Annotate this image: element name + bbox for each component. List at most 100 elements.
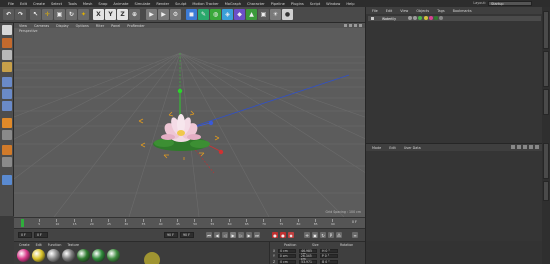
end-frame-field[interactable]: 90 F <box>164 232 178 238</box>
attribute-nav-icons[interactable] <box>511 145 539 149</box>
viewport-nav-icons[interactable] <box>344 23 362 28</box>
object-name[interactable]: Waterlily <box>382 17 396 21</box>
menu-item[interactable]: Sculpt <box>175 2 186 6</box>
coords-rotation-field[interactable]: H 0 ° <box>320 248 339 253</box>
object-row[interactable]: Waterlily <box>368 16 541 21</box>
next-frame-button[interactable]: ▷ <box>238 232 244 238</box>
record-rotation-button[interactable]: ↻ <box>320 232 326 238</box>
material-tag-icon[interactable] <box>434 16 438 20</box>
go-to-start-button[interactable]: ⏮ <box>206 232 212 238</box>
material-tag-icon[interactable] <box>439 16 443 20</box>
menu-item[interactable]: Simulate <box>134 2 150 6</box>
workplane-mode-icon[interactable] <box>2 62 12 72</box>
menu-item[interactable]: Pipeline <box>271 2 285 6</box>
menu-item[interactable]: MoGraph <box>225 2 241 6</box>
viewport-menu-item[interactable]: Cameras <box>34 24 49 28</box>
bulb-icon[interactable]: ● <box>282 9 293 20</box>
light-icon[interactable]: ☀ <box>270 9 281 20</box>
go-to-end-button[interactable]: ⏭ <box>254 232 260 238</box>
menu-item[interactable]: Select <box>51 2 62 6</box>
start-frame-field[interactable]: 0 F <box>18 232 32 238</box>
menu-item[interactable]: Render <box>156 2 169 6</box>
object-manager-menu-item[interactable]: Objects <box>416 9 429 13</box>
subdivision-icon[interactable]: ◍ <box>210 9 221 20</box>
keyframe-selection-button[interactable]: ◆ <box>288 232 294 238</box>
environment-icon[interactable]: ▲ <box>246 9 257 20</box>
y-axis-button[interactable]: Y <box>105 9 116 20</box>
material-swatch[interactable] <box>92 249 105 262</box>
redo-button[interactable]: ↷ <box>15 9 26 20</box>
menu-item[interactable]: Mesh <box>83 2 92 6</box>
menu-item[interactable]: Motion Tracker <box>192 2 218 6</box>
undo-button[interactable]: ↶ <box>3 9 14 20</box>
next-key-button[interactable]: ▶ <box>246 232 252 238</box>
last-tool-icon[interactable]: ✦ <box>78 9 89 20</box>
menu-item[interactable]: Tools <box>68 2 77 6</box>
material-tag-icon[interactable] <box>424 16 428 20</box>
material-swatch[interactable] <box>62 249 75 262</box>
previous-key-button[interactable]: ◀ <box>214 232 220 238</box>
object-manager-menu-item[interactable]: Tags <box>437 9 445 13</box>
tweak-mode-icon[interactable] <box>2 130 12 140</box>
coords-position-field[interactable]: 0 cm <box>278 259 297 264</box>
coordinate-system-icon[interactable]: ⊕ <box>129 9 140 20</box>
menu-item[interactable]: Help <box>346 2 354 6</box>
material-swatch[interactable] <box>77 249 90 262</box>
menu-item[interactable]: Snap <box>98 2 107 6</box>
play-button[interactable]: ▶ <box>230 232 236 238</box>
previous-frame-button[interactable]: ◁ <box>222 232 228 238</box>
menu-item[interactable]: Script <box>310 2 320 6</box>
material-menu-item[interactable]: Function <box>48 243 62 247</box>
max-frame-field[interactable]: 90 F <box>180 232 194 238</box>
z-axis-button[interactable]: Z <box>117 9 128 20</box>
menu-item[interactable]: File <box>8 2 14 6</box>
viewport-menu-item[interactable]: Panel <box>111 24 120 28</box>
x-axis-button[interactable]: X <box>93 9 104 20</box>
coords-rotation-field[interactable]: P 0 ° <box>319 254 338 258</box>
enabled-check-icon[interactable] <box>418 16 422 20</box>
camera-icon[interactable]: ▣ <box>258 9 269 20</box>
menu-item[interactable]: Animate <box>113 2 128 6</box>
record-scale-button[interactable]: ▣ <box>312 232 318 238</box>
scale-tool-icon[interactable]: ▣ <box>54 9 65 20</box>
coords-size-field[interactable]: 26.345 cm <box>298 254 317 261</box>
playhead-marker[interactable] <box>21 219 24 227</box>
perspective-viewport[interactable]: View Cameras Display Options Filter Panel ProR… <box>14 23 365 217</box>
move-tool-icon[interactable]: ✛ <box>42 9 53 20</box>
rotate-tool-icon[interactable]: ↻ <box>66 9 77 20</box>
render-dot-icon[interactable] <box>413 16 417 20</box>
attribute-manager-menu-item[interactable]: Mode <box>372 146 381 150</box>
visibility-dot-icon[interactable] <box>408 16 412 20</box>
current-frame-field[interactable]: 0 F <box>34 232 48 238</box>
material-menu-item[interactable]: Edit <box>36 243 42 247</box>
record-point-level-button[interactable]: ⁂ <box>336 232 342 238</box>
points-mode-icon[interactable] <box>2 77 12 87</box>
coords-size-field[interactable]: 53.971 cm <box>299 259 318 264</box>
render-settings-icon[interactable]: ⚙ <box>170 9 181 20</box>
render-picture-viewer-icon[interactable]: ▶ <box>158 9 169 20</box>
array-icon[interactable]: ◈ <box>222 9 233 20</box>
coords-position-field[interactable]: 0 cm <box>278 248 297 253</box>
timeline-ruler[interactable]: 051015202530354045505560657075808590 0 F <box>14 217 365 228</box>
enable-axis-icon[interactable] <box>2 118 12 128</box>
viewport-menu-item[interactable]: Display <box>56 24 69 28</box>
layers-tab[interactable] <box>543 181 549 201</box>
attribute-manager-menu-item[interactable]: Edit <box>389 146 396 150</box>
record-position-button[interactable]: ✛ <box>304 232 310 238</box>
menu-item[interactable]: Character <box>247 2 265 6</box>
cube-icon[interactable]: ◼ <box>186 9 197 20</box>
menu-item[interactable]: Create <box>33 2 45 6</box>
object-manager-menu-item[interactable]: Bookmarks <box>453 9 472 13</box>
object-manager-menu-item[interactable]: File <box>372 9 378 13</box>
render-view-icon[interactable]: ▶ <box>146 9 157 20</box>
lock-workplane-icon[interactable] <box>2 157 12 167</box>
object-manager-menu-item[interactable]: View <box>400 9 408 13</box>
content-browser-tab[interactable] <box>543 51 549 87</box>
menu-item[interactable]: Window <box>326 2 340 6</box>
pen-spline-icon[interactable]: ✎ <box>198 9 209 20</box>
material-swatch[interactable] <box>17 249 30 262</box>
menu-item[interactable]: Plugins <box>291 2 304 6</box>
coords-position-field[interactable]: 0 cm <box>277 254 296 258</box>
layout-select[interactable]: Startup <box>488 1 532 6</box>
objects-tab[interactable] <box>543 11 549 49</box>
